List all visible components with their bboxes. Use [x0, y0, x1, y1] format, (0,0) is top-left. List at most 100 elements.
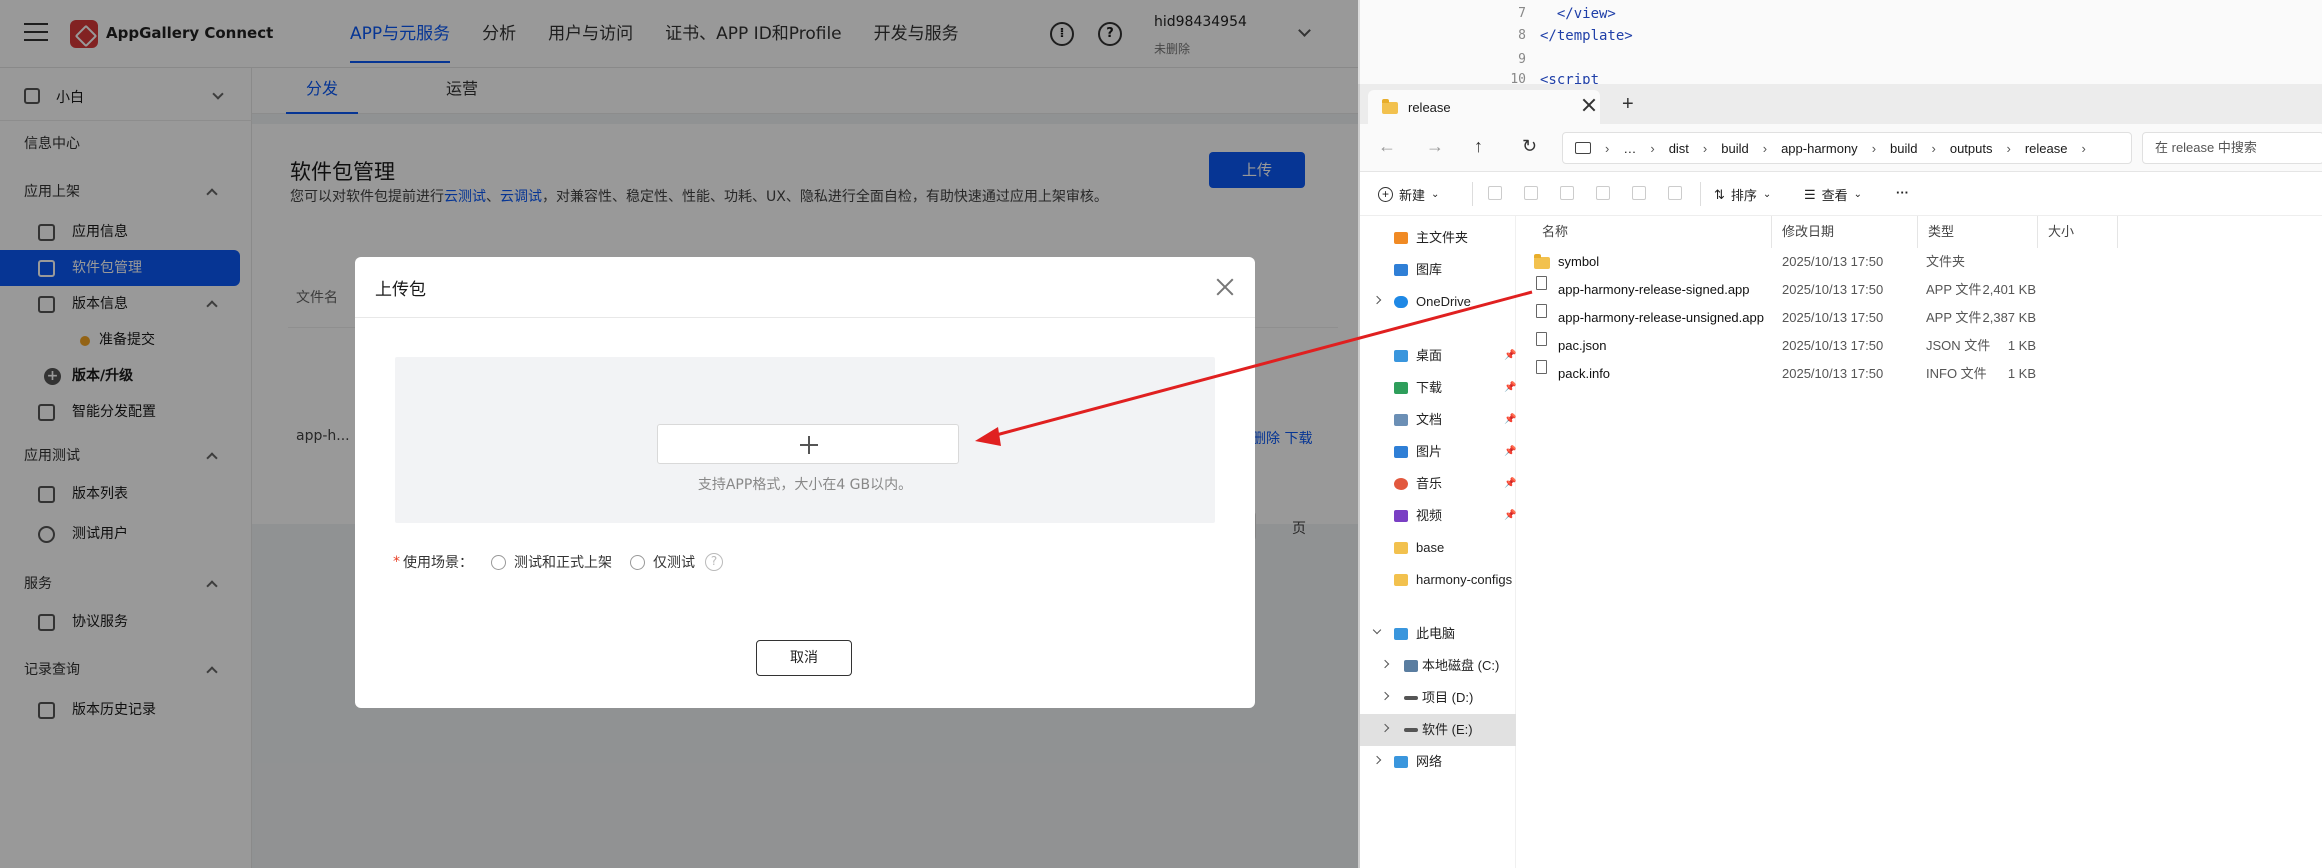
column-date[interactable]: 修改日期 — [1772, 216, 1918, 248]
breadcrumb-item[interactable]: outputs — [1950, 141, 1993, 156]
explorer-toolbar: + 新建 ⌄ ⇅ 排序 ⌄ ☰ 查看 ⌄ ··· — [1360, 172, 2322, 216]
refresh-icon[interactable]: ↻ — [1522, 136, 1537, 157]
breadcrumb-item[interactable]: build — [1890, 141, 1917, 156]
chevron-down-icon: ⌄ — [1853, 189, 1863, 200]
nav-item-this-pc[interactable]: 此电脑 — [1360, 618, 1516, 650]
radio-label[interactable]: 测试和正式上架 — [514, 552, 612, 572]
breadcrumb-item[interactable]: release — [2025, 141, 2068, 156]
file-row-pack-info[interactable]: pack.info 2025/10/13 17:50 INFO 文件 1 KB — [1516, 360, 2322, 388]
divider — [355, 317, 1255, 318]
line-number: 7 — [1518, 6, 1526, 21]
radio-label[interactable]: 仅测试 — [653, 552, 695, 572]
nav-item-videos[interactable]: 视频 📌 — [1360, 500, 1516, 532]
nav-item-gallery[interactable]: 图库 — [1360, 254, 1516, 286]
sort-icon: ⇅ — [1714, 186, 1725, 202]
sort-label: 排序 — [1730, 188, 1757, 203]
chevron-right-icon[interactable] — [1372, 295, 1382, 305]
file-row-unsigned-app[interactable]: app-harmony-release-unsigned.app 2025/10… — [1516, 304, 2322, 332]
file-list: 名称 修改日期 类型 大小 symbol 2025/10/13 17:50 文件… — [1516, 216, 2322, 868]
forward-arrow-icon[interactable]: → — [1426, 136, 1444, 157]
folder-icon — [1534, 254, 1550, 269]
drive-icon — [1404, 696, 1418, 700]
breadcrumb[interactable]: › … › dist › build › app-harmony › build… — [1562, 132, 2132, 164]
new-button[interactable]: + 新建 ⌄ — [1378, 185, 1439, 204]
upload-drop-zone[interactable]: 支持APP格式，大小在4 GB以内。 — [395, 357, 1215, 523]
copy-icon[interactable] — [1524, 186, 1538, 200]
chevron-right-icon[interactable] — [1380, 691, 1390, 701]
sort-button[interactable]: ⇅ 排序 ⌄ — [1714, 185, 1771, 204]
nav-label: 文档 — [1416, 412, 1443, 427]
network-icon — [1394, 756, 1408, 768]
computer-icon — [1575, 142, 1591, 154]
chevron-right-icon: › — [2081, 140, 2086, 156]
up-arrow-icon[interactable]: ↑ — [1474, 136, 1483, 157]
chevron-right-icon[interactable] — [1380, 659, 1390, 669]
nav-item-music[interactable]: 音乐 📌 — [1360, 468, 1516, 500]
file-explorer-window: release + ← → ↑ ↻ › … › dist › build › a… — [1358, 84, 2322, 868]
file-picker-button[interactable] — [657, 424, 959, 464]
nav-label: 图片 — [1416, 444, 1443, 459]
breadcrumb-item[interactable]: dist — [1669, 141, 1689, 156]
code-text: </view> — [1540, 6, 1616, 22]
paste-icon[interactable] — [1560, 186, 1574, 200]
cloud-icon — [1394, 296, 1408, 308]
nav-item-desktop[interactable]: 桌面 📌 — [1360, 340, 1516, 372]
chevron-right-icon: › — [1871, 140, 1877, 156]
nav-item-harmony-configs[interactable]: harmony-configs — [1360, 564, 1516, 596]
radio-test-and-release[interactable] — [491, 554, 506, 570]
radio-test-only[interactable] — [630, 554, 645, 570]
close-icon[interactable] — [1215, 277, 1235, 297]
back-arrow-icon[interactable]: ← — [1378, 136, 1396, 157]
more-button[interactable]: ··· — [1896, 185, 1909, 200]
chevron-right-icon[interactable] — [1372, 755, 1382, 765]
delete-icon[interactable] — [1668, 186, 1682, 200]
column-type[interactable]: 类型 — [1918, 216, 2038, 248]
chevron-down-icon[interactable] — [1372, 625, 1382, 635]
search-input[interactable]: 在 release 中搜索 — [2142, 132, 2322, 164]
nav-label: 桌面 — [1416, 348, 1443, 363]
nav-item-documents[interactable]: 文档 📌 — [1360, 404, 1516, 436]
chevron-right-icon[interactable] — [1380, 723, 1390, 733]
plus-circle-icon: + — [1378, 187, 1393, 202]
tab-release[interactable]: release — [1368, 90, 1600, 124]
pin-icon: 📌 — [1504, 382, 1517, 393]
nav-item-base[interactable]: base — [1360, 532, 1516, 564]
chevron-right-icon: › — [1762, 140, 1768, 156]
nav-item-home[interactable]: 主文件夹 — [1360, 222, 1516, 254]
nav-label: 主文件夹 — [1416, 230, 1469, 245]
nav-item-drive-c[interactable]: 本地磁盘 (C:) — [1360, 650, 1516, 682]
share-icon[interactable] — [1632, 186, 1646, 200]
help-icon[interactable]: ? — [705, 553, 723, 571]
breadcrumb-item[interactable]: build — [1721, 141, 1748, 156]
divider — [1700, 182, 1701, 206]
breadcrumb-item[interactable]: app-harmony — [1781, 141, 1858, 156]
cancel-button[interactable]: 取消 — [756, 640, 852, 676]
download-icon — [1394, 382, 1408, 394]
column-name[interactable]: 名称 — [1516, 216, 1772, 248]
close-icon[interactable] — [1582, 98, 1596, 112]
nav-item-onedrive[interactable]: OneDrive — [1360, 286, 1516, 318]
usage-scene-row: * 使用场景： 测试和正式上架 仅测试 ? — [393, 550, 723, 574]
cut-icon[interactable] — [1488, 186, 1502, 200]
breadcrumb-item[interactable]: … — [1623, 141, 1636, 156]
view-button[interactable]: ☰ 查看 ⌄ — [1804, 185, 1862, 204]
nav-item-drive-e[interactable]: 软件 (E:) — [1360, 714, 1516, 746]
nav-item-drive-d[interactable]: 项目 (D:) — [1360, 682, 1516, 714]
nav-item-network[interactable]: 网络 — [1360, 746, 1516, 778]
home-icon — [1394, 232, 1408, 244]
file-size: 2,401 KB — [1982, 282, 2037, 297]
nav-item-downloads[interactable]: 下载 📌 — [1360, 372, 1516, 404]
file-row-signed-app[interactable]: app-harmony-release-signed.app 2025/10/1… — [1516, 276, 2322, 304]
rename-icon[interactable] — [1596, 186, 1610, 200]
nav-item-pictures[interactable]: 图片 📌 — [1360, 436, 1516, 468]
plus-icon — [800, 436, 818, 454]
nav-label: 本地磁盘 (C:) — [1422, 658, 1500, 673]
file-row-symbol[interactable]: symbol 2025/10/13 17:50 文件夹 — [1516, 248, 2322, 276]
column-size[interactable]: 大小 — [2038, 216, 2118, 248]
new-tab-button[interactable]: + — [1622, 94, 1634, 114]
required-mark: * — [393, 554, 400, 570]
folder-icon — [1394, 542, 1408, 554]
file-date: 2025/10/13 17:50 — [1782, 366, 1884, 381]
file-row-pac-json[interactable]: pac.json 2025/10/13 17:50 JSON 文件 1 KB — [1516, 332, 2322, 360]
file-date: 2025/10/13 17:50 — [1782, 310, 1884, 325]
